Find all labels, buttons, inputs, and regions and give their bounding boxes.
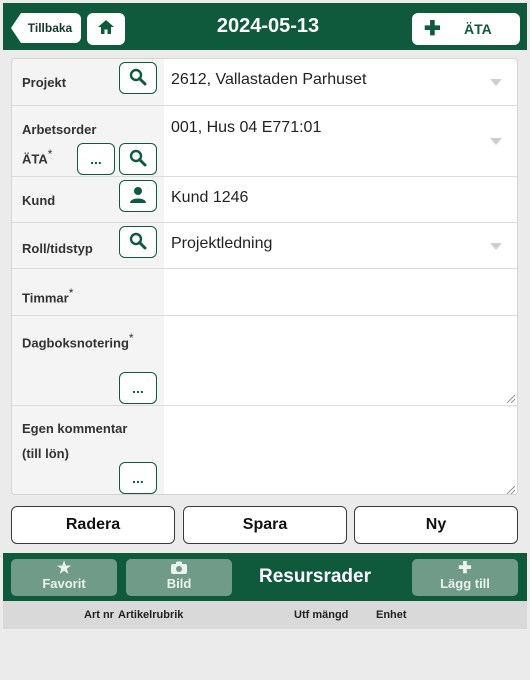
row-dagbok: Dagboksnotering* ... [12, 316, 517, 406]
row-projekt: Projekt 2612, Vallastaden Parhuset [12, 59, 517, 106]
projekt-search-button[interactable] [119, 62, 157, 94]
ata-label: ÄTA* [22, 142, 52, 171]
column-header: Enhet [376, 609, 407, 621]
resource-title: Resursrader [259, 566, 371, 587]
time-entry-form: Projekt 2612, Vallastaden Parhuset Arbet… [11, 58, 518, 495]
plus-icon: ✚ [458, 560, 472, 577]
ata-more-button[interactable]: ... [77, 143, 115, 175]
kommentar-label: Egen kommentar [22, 421, 128, 436]
dots-label: ... [132, 470, 144, 486]
resource-table-header: Art nr Artikelrubrik Utf mängd Enhet [3, 601, 527, 629]
resize-grip-icon[interactable] [507, 395, 515, 403]
search-icon [129, 149, 147, 170]
dagbok-more-button[interactable]: ... [119, 372, 157, 404]
back-button[interactable]: Tillbaka [11, 13, 81, 43]
add-resource-button[interactable]: ✚ Lägg till [412, 559, 518, 596]
row-roll: Roll/tidstyp Projektledning [12, 223, 517, 269]
delete-button[interactable]: Radera [11, 506, 175, 544]
dots-label: ... [132, 380, 144, 396]
search-icon [129, 68, 147, 89]
favorite-button[interactable]: ★ Favorit [11, 559, 117, 596]
add-ata-button[interactable]: ✚ ÄTA [412, 13, 520, 45]
roll-search-button[interactable] [119, 226, 157, 258]
roll-select[interactable]: Projektledning [171, 235, 272, 253]
roll-label: Roll/tidstyp [22, 241, 93, 256]
projekt-select[interactable]: 2612, Vallastaden Parhuset [171, 71, 366, 89]
star-icon: ★ [56, 560, 72, 577]
row-kund: Kund Kund 1246 [12, 177, 517, 223]
photo-label: Bild [166, 576, 192, 591]
timmar-label-text: Timmar [22, 290, 69, 306]
page-title: 2024-05-13 [216, 15, 320, 37]
arbetsorder-label: Arbetsorder [22, 122, 97, 137]
photo-button[interactable]: Bild [126, 559, 232, 596]
ata-button-label: ÄTA [464, 21, 492, 37]
kommentar-sublabel: (till lön) [22, 446, 69, 461]
dagbok-textarea[interactable] [164, 316, 517, 405]
required-marker: * [68, 286, 74, 300]
kommentar-textarea[interactable] [164, 406, 517, 494]
dagbok-label: Dagboksnotering* [22, 326, 134, 355]
kund-value: Kund 1246 [171, 189, 249, 206]
chevron-down-icon [490, 243, 502, 250]
new-button[interactable]: Ny [354, 506, 518, 544]
add-resource-label: Lägg till [440, 576, 490, 591]
column-header: Art nr [84, 609, 114, 621]
row-timmar: Timmar* [12, 269, 517, 316]
chevron-down-icon [490, 138, 502, 145]
arbetsorder-select[interactable]: 001, Hus 04 E771:01 [171, 119, 321, 137]
required-marker: * [128, 331, 134, 345]
person-icon [129, 186, 147, 207]
plus-icon: ✚ [424, 18, 441, 40]
projekt-label: Projekt [22, 75, 67, 90]
column-header: Utf mängd [294, 609, 349, 621]
column-header: Artikelrubrik [118, 609, 184, 621]
required-marker: * [47, 147, 53, 161]
timmar-label: Timmar* [22, 281, 73, 310]
row-kommentar: Egen kommentar (till lön) ... [12, 406, 517, 494]
kommentar-more-button[interactable]: ... [119, 462, 157, 494]
resize-grip-icon[interactable] [507, 486, 515, 494]
home-icon [97, 19, 115, 40]
arbetsorder-search-button[interactable] [119, 143, 157, 175]
top-bar: Tillbaka 2024-05-13 ✚ ÄTA [3, 3, 527, 50]
kund-select-button[interactable] [119, 180, 157, 212]
save-button[interactable]: Spara [183, 506, 347, 544]
kund-label: Kund [22, 193, 56, 208]
ata-label-text: ÄTA [22, 151, 48, 167]
home-button[interactable] [87, 13, 125, 45]
chevron-down-icon [490, 79, 502, 86]
back-button-label: Tillbaka [27, 21, 73, 35]
search-icon [129, 232, 147, 253]
dots-label: ... [90, 151, 102, 167]
favorite-label: Favorit [42, 576, 86, 591]
resource-bar: ★ Favorit Bild Resursrader ✚ Lägg till [3, 553, 527, 601]
dagbok-label-text: Dagboksnotering [22, 335, 129, 351]
row-arbetsorder: Arbetsorder ÄTA* ... 001, Hus 04 E771:01 [12, 106, 517, 177]
